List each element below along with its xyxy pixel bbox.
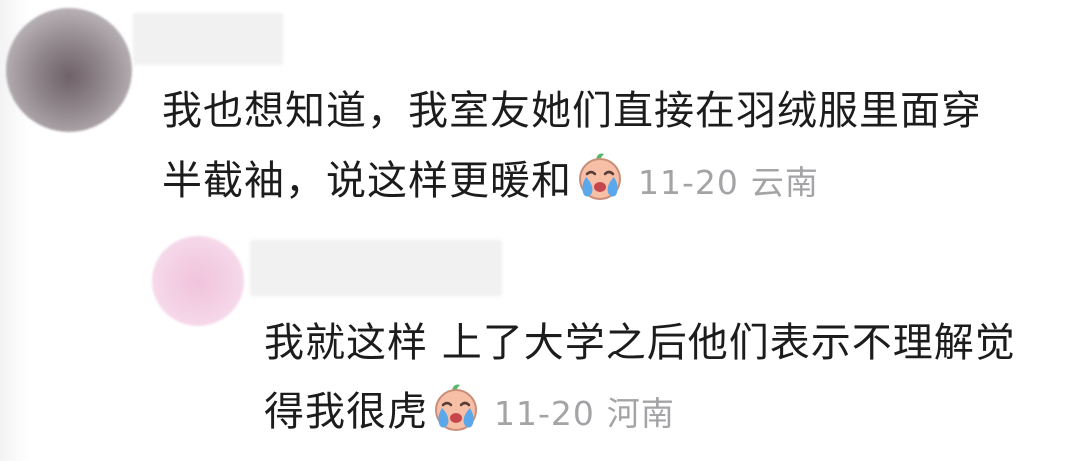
reply-text-continued: 得我很虎 11-20 河南 — [264, 381, 675, 444]
reply-text-line2: 得我很虎 — [264, 389, 428, 435]
comment-location: 云南 — [750, 163, 819, 202]
reply-date: 11-20 — [494, 394, 595, 433]
crying-face-icon — [579, 153, 621, 200]
username-blurred[interactable] — [133, 13, 283, 65]
comment-text-continued: 半截袖，说这样更暖和 11-20 云南 — [162, 150, 819, 213]
comment-date: 11-20 — [638, 163, 739, 202]
comment-text: 我也想知道，我室友她们直接在羽绒服里面穿 — [162, 88, 982, 134]
reply-username-blurred[interactable] — [250, 240, 502, 296]
reply-avatar[interactable] — [152, 236, 244, 326]
crying-face-icon — [435, 384, 477, 431]
reply-text: 我就这样 上了大学之后他们表示不理解觉 — [264, 320, 1016, 366]
reply-location: 河南 — [606, 394, 675, 433]
comment-text-line2: 半截袖，说这样更暖和 — [162, 158, 572, 204]
comment-thread: 我也想知道，我室友她们直接在羽绒服里面穿 半截袖，说这样更暖和 11-20 云南 … — [0, 0, 1080, 461]
avatar[interactable] — [6, 8, 132, 132]
